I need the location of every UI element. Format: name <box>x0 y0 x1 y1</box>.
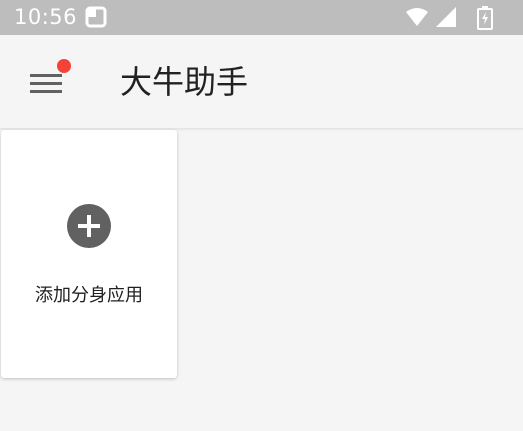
page-title: 大牛助手 <box>120 63 249 101</box>
add-clone-app-card[interactable]: 添加分身应用 <box>1 130 177 378</box>
add-clone-app-label: 添加分身应用 <box>35 285 143 306</box>
status-time: 10:56 <box>14 5 78 29</box>
battery-icon <box>477 6 493 30</box>
menu-button[interactable] <box>22 57 72 107</box>
notification-badge <box>57 59 71 73</box>
app-bar: 大牛助手 <box>0 35 523 129</box>
wifi-icon <box>406 8 428 26</box>
hamburger-menu-icon <box>30 74 62 93</box>
status-bar: 10:56 <box>0 0 523 35</box>
signal-icon <box>436 7 456 27</box>
notification-icon <box>85 6 107 28</box>
add-circle-icon <box>67 204 111 248</box>
